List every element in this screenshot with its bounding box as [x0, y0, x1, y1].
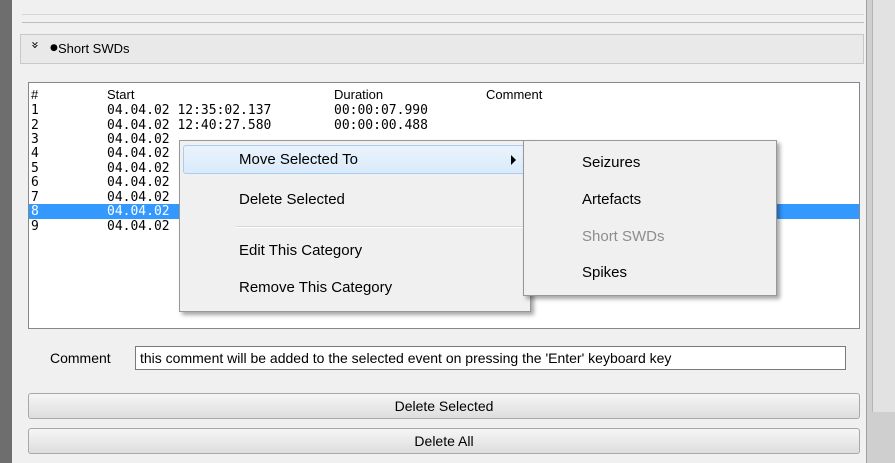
divider — [22, 14, 864, 15]
cell-number: 3 — [31, 132, 39, 147]
delete-all-button[interactable]: Delete All — [28, 428, 860, 454]
menu-item-remove-category[interactable]: Remove This Category — [183, 273, 527, 302]
submenu-item-short-swds: Short SWDs — [582, 228, 665, 245]
menu-item-label: Move Selected To — [239, 151, 358, 168]
menu-item-edit-category[interactable]: Edit This Category — [183, 236, 527, 265]
cell-start: 04.04.02 — [107, 204, 170, 219]
cell-number: 6 — [31, 175, 39, 190]
cell-start: 04.04.02 12:35:02.137 — [107, 103, 272, 118]
delete-selected-button[interactable]: Delete Selected — [28, 393, 860, 419]
cell-number: 8 — [31, 204, 39, 219]
submenu-arrow-icon — [511, 155, 516, 165]
context-menu: Move Selected To Delete Selected Edit Th… — [179, 140, 531, 312]
column-header-number[interactable]: # — [31, 87, 38, 102]
submenu-item-artefacts[interactable]: Artefacts — [582, 190, 641, 210]
menu-item-label: Edit This Category — [239, 242, 363, 259]
menu-item-label: Remove This Category — [239, 279, 393, 296]
move-to-submenu: Seizures Artefacts Short SWDs Spikes — [523, 140, 777, 296]
submenu-item-seizures[interactable]: Seizures — [582, 153, 640, 173]
cell-start: 04.04.02 — [107, 132, 170, 147]
cell-number: 7 — [31, 190, 39, 205]
table-row[interactable]: 1 04.04.02 12:35:02.137 00:00:07.990 — [29, 103, 859, 118]
column-header-comment[interactable]: Comment — [486, 87, 542, 102]
column-header-duration[interactable]: Duration — [334, 87, 383, 102]
table-row[interactable]: 2 04.04.02 12:40:27.580 00:00:00.488 — [29, 118, 859, 133]
cell-start: 04.04.02 12:40:27.580 — [107, 118, 272, 133]
cell-start: 04.04.02 — [107, 175, 170, 190]
divider — [22, 22, 864, 23]
cell-start: 04.04.02 — [107, 146, 170, 161]
comment-input[interactable]: this comment will be added to the select… — [135, 346, 846, 370]
section-title: Short SWDs — [58, 41, 130, 56]
cell-number: 4 — [31, 146, 39, 161]
cell-start: 04.04.02 — [107, 161, 170, 176]
cell-start: 04.04.02 — [107, 190, 170, 205]
cell-duration: 00:00:00.488 — [334, 118, 428, 133]
cell-number: 2 — [31, 118, 39, 133]
list-header: # Start Duration Comment — [29, 87, 859, 102]
section-header[interactable] — [20, 34, 864, 64]
cell-start: 04.04.02 — [107, 219, 170, 234]
cell-number: 1 — [31, 103, 39, 118]
cell-duration: 00:00:07.990 — [334, 103, 428, 118]
menu-separator — [236, 226, 524, 228]
menu-item-delete-selected[interactable]: Delete Selected — [183, 185, 527, 214]
cell-number: 9 — [31, 219, 39, 234]
submenu-item-spikes[interactable]: Spikes — [582, 263, 627, 283]
collapse-chevron-icon[interactable]: » — [26, 41, 42, 55]
bullet-icon: ● — [50, 43, 58, 53]
menu-item-move-selected-to[interactable]: Move Selected To — [183, 145, 527, 174]
window-left-border — [0, 0, 12, 463]
menu-item-label: Delete Selected — [239, 191, 345, 208]
column-header-start[interactable]: Start — [107, 87, 134, 102]
scrollbar-thumb[interactable] — [872, 0, 895, 412]
cell-number: 5 — [31, 161, 39, 176]
comment-label: Comment — [50, 350, 111, 366]
